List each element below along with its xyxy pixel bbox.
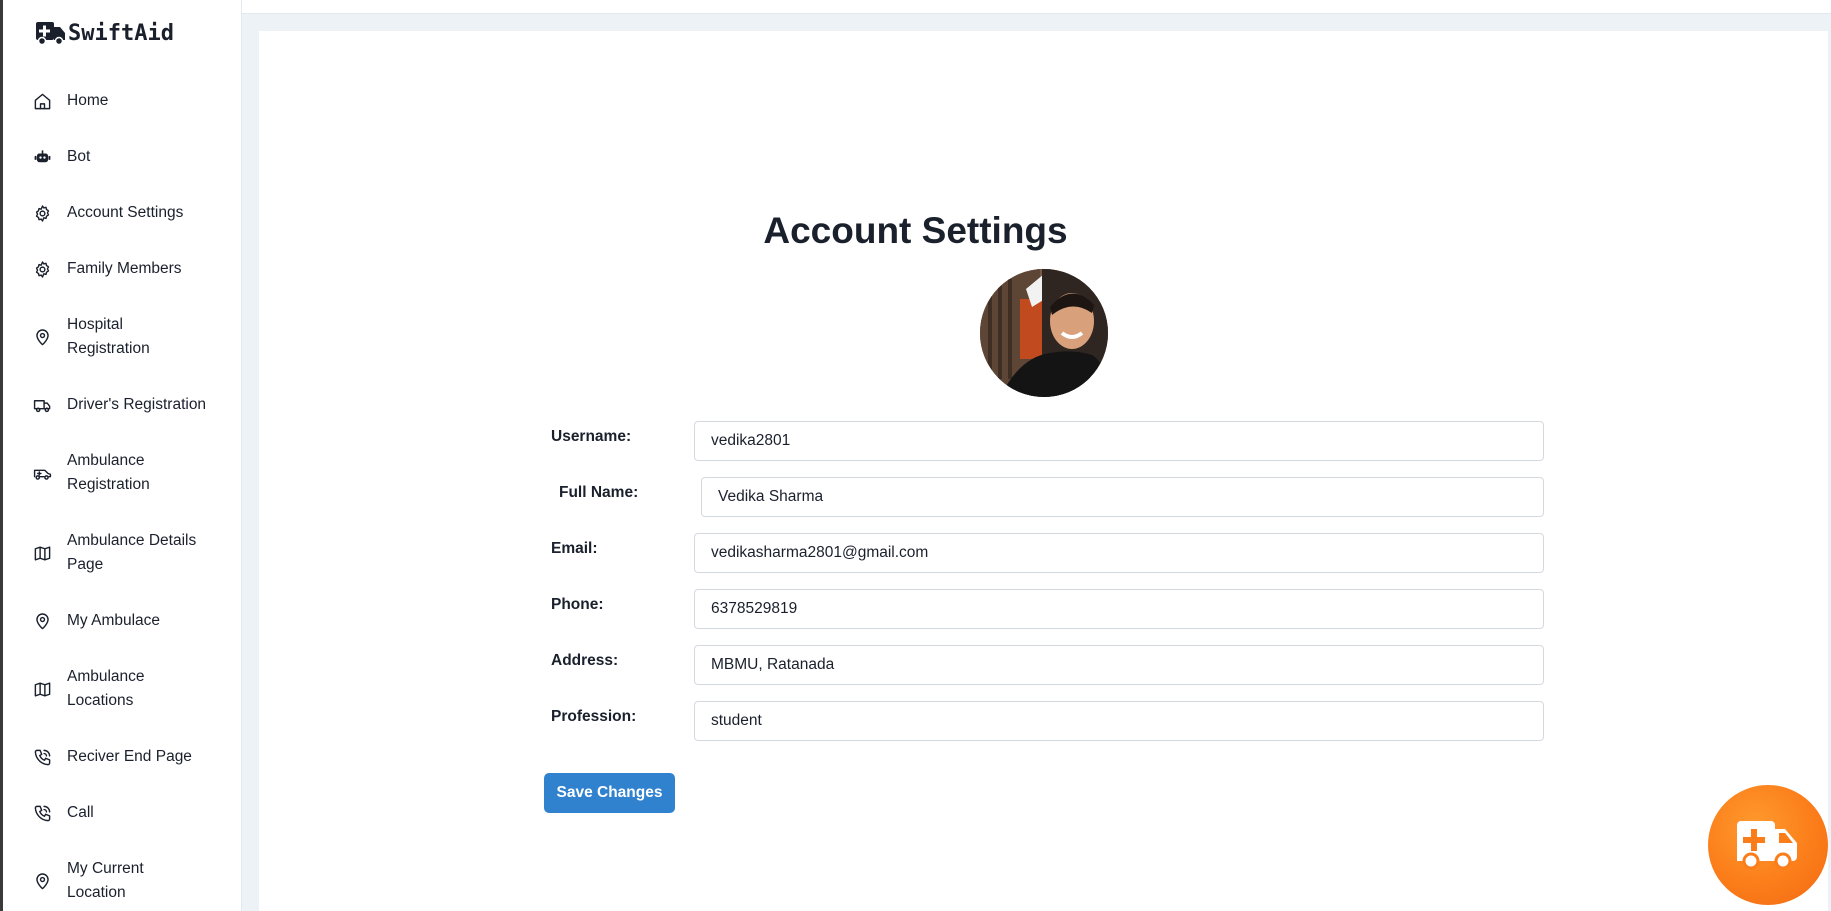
phone-label: Phone:: [551, 596, 604, 613]
sidebar-item-label: Call: [67, 804, 94, 821]
sidebar-item-label: Ambulance Details Page: [67, 532, 197, 573]
ambulance-icon: [35, 19, 66, 47]
phone-call-icon: [33, 748, 52, 767]
sidebar-item-ambulance-registration[interactable]: Ambulance Registration: [33, 449, 238, 497]
map-pin-icon: [33, 328, 52, 347]
save-changes-button[interactable]: Save Changes: [544, 773, 675, 813]
map-pin-icon: [33, 872, 52, 891]
profession-input[interactable]: [694, 701, 1544, 741]
sidebar-item-call[interactable]: Call: [33, 801, 238, 825]
sidebar-item-label: Family Members: [67, 260, 182, 277]
sidebar-item-label: Hospital Registration: [67, 316, 150, 357]
page-title: Account Settings: [763, 210, 1068, 251]
sidebar-item-hospital-registration[interactable]: Hospital Registration: [33, 313, 238, 361]
truck-icon: [33, 396, 52, 415]
sidebar-item-label: My Ambulace: [67, 612, 161, 629]
avatar[interactable]: [980, 269, 1108, 397]
sidebar-item-label: Reciver End Page: [67, 748, 192, 765]
top-bar: [242, 0, 1831, 14]
username-input[interactable]: [694, 421, 1544, 461]
settings-card: [259, 31, 1828, 911]
full-name-label: Full Name:: [559, 484, 639, 501]
ambulance-icon: [33, 464, 52, 483]
map-icon: [33, 680, 52, 699]
sidebar-item-my-current-location[interactable]: My Current Location: [33, 857, 238, 905]
sidebar-item-bot[interactable]: Bot: [33, 145, 238, 169]
username-label: Username:: [551, 428, 632, 445]
sidebar-item-family-members[interactable]: Family Members: [33, 257, 238, 281]
sidebar-item-label: Ambulance Locations: [67, 668, 145, 709]
home-icon: [33, 92, 52, 111]
map-pin-icon: [33, 612, 52, 631]
sidebar: SwiftAid Home Bot Account Settings Famil…: [3, 0, 242, 911]
gear-icon: [33, 260, 52, 279]
address-label: Address:: [551, 652, 619, 669]
sidebar-item-label: Ambulance Registration: [67, 452, 150, 493]
emergency-ambulance-button[interactable]: [1708, 785, 1828, 905]
phone-input[interactable]: [694, 589, 1544, 629]
address-input[interactable]: [694, 645, 1544, 685]
brand-name: SwiftAid: [68, 20, 174, 46]
sidebar-item-ambulance-details-page[interactable]: Ambulance Details Page: [33, 529, 238, 577]
profession-label: Profession:: [551, 708, 637, 725]
brand[interactable]: SwiftAid: [35, 18, 174, 48]
sidebar-item-label: My Current Location: [67, 860, 144, 901]
email-input[interactable]: [694, 533, 1544, 573]
phone-call-icon: [33, 804, 52, 823]
sidebar-item-ambulance-locations[interactable]: Ambulance Locations: [33, 665, 238, 713]
sidebar-item-label: Driver's Registration: [67, 396, 207, 413]
ambulance-icon: [1735, 819, 1801, 871]
sidebar-item-my-ambulace[interactable]: My Ambulace: [33, 609, 238, 633]
sidebar-item-home[interactable]: Home: [33, 89, 238, 113]
email-label: Email:: [551, 540, 598, 557]
sidebar-item-label: Bot: [67, 148, 91, 165]
bot-icon: [33, 148, 52, 167]
map-icon: [33, 544, 52, 563]
sidebar-item-reciver-end-page[interactable]: Reciver End Page: [33, 745, 238, 769]
sidebar-item-label: Home: [67, 92, 109, 109]
full-name-input[interactable]: [701, 477, 1544, 517]
sidebar-item-drivers-registration[interactable]: Driver's Registration: [33, 393, 238, 417]
